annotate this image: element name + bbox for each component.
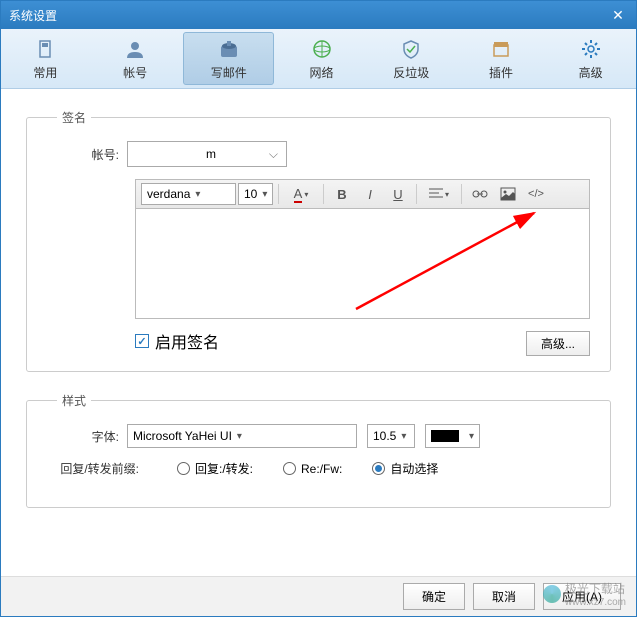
style-group: 样式 字体: Microsoft YaHei UI 10.5 回复/转发前缀: …	[26, 392, 611, 508]
account-icon	[123, 37, 147, 61]
font-size-select[interactable]: 10	[238, 183, 273, 205]
signature-group: 签名 帐号: m verdana 10 A▾ B I U	[26, 109, 611, 372]
content-area: 签名 帐号: m verdana 10 A▾ B I U	[1, 89, 636, 548]
signature-legend: 签名	[57, 109, 91, 126]
apply-button[interactable]: 应用(A)	[543, 583, 621, 610]
bold-button[interactable]: B	[329, 183, 355, 205]
tab-antispam[interactable]: 反垃圾	[367, 29, 457, 88]
enable-signature-checkbox[interactable]: ✓	[135, 334, 149, 348]
font-name-select[interactable]: verdana	[141, 183, 236, 205]
link-button[interactable]	[467, 183, 493, 205]
compose-icon	[217, 37, 241, 61]
close-button[interactable]: ✕	[608, 5, 628, 25]
enable-signature-label: 启用签名	[155, 329, 219, 353]
font-color-select[interactable]	[425, 424, 480, 448]
tab-advanced[interactable]: 高级	[546, 29, 636, 88]
source-button[interactable]: </>	[523, 183, 549, 205]
account-label: 帐号:	[47, 146, 127, 163]
radio-re-fw[interactable]: Re:/Fw:	[283, 460, 342, 477]
cancel-button[interactable]: 取消	[473, 583, 535, 610]
tab-account[interactable]: 帐号	[91, 29, 181, 88]
italic-button[interactable]: I	[357, 183, 383, 205]
general-icon	[33, 37, 57, 61]
font-color-button[interactable]: A▾	[284, 183, 318, 205]
tab-network[interactable]: 网络	[277, 29, 367, 88]
account-dropdown[interactable]: m	[127, 141, 287, 167]
underline-button[interactable]: U	[385, 183, 411, 205]
shield-icon	[399, 37, 423, 61]
tab-general[interactable]: 常用	[1, 29, 91, 88]
radio-auto[interactable]: 自动选择	[372, 460, 438, 477]
align-button[interactable]: ▾	[422, 183, 456, 205]
main-toolbar: 常用 帐号 写邮件 网络 反垃圾 插件 高级	[1, 29, 636, 89]
settings-window: 系统设置 ✕ 常用 帐号 写邮件 网络 反垃圾 插件 高级	[0, 0, 637, 617]
gear-icon	[579, 37, 603, 61]
image-button[interactable]	[495, 183, 521, 205]
titlebar: 系统设置 ✕	[1, 1, 636, 29]
ok-button[interactable]: 确定	[403, 583, 465, 610]
editor-toolbar: verdana 10 A▾ B I U ▾ </>	[135, 179, 590, 209]
prefix-label: 回复/转发前缀:	[47, 460, 147, 477]
radio-reply-forward[interactable]: 回复:/转发:	[177, 460, 253, 477]
network-icon	[310, 37, 334, 61]
signature-advanced-button[interactable]: 高级...	[526, 331, 590, 356]
window-title: 系统设置	[9, 7, 608, 24]
plugin-icon	[489, 37, 513, 61]
font-label: 字体:	[47, 428, 127, 445]
footer: 确定 取消 应用(A) 极光下载站 www.xz7.com	[1, 576, 636, 616]
style-legend: 样式	[57, 392, 91, 409]
font-size-select-style[interactable]: 10.5	[367, 424, 415, 448]
font-family-select[interactable]: Microsoft YaHei UI	[127, 424, 357, 448]
signature-editor[interactable]	[135, 209, 590, 319]
tab-plugins[interactable]: 插件	[457, 29, 547, 88]
tab-compose[interactable]: 写邮件	[183, 32, 274, 85]
